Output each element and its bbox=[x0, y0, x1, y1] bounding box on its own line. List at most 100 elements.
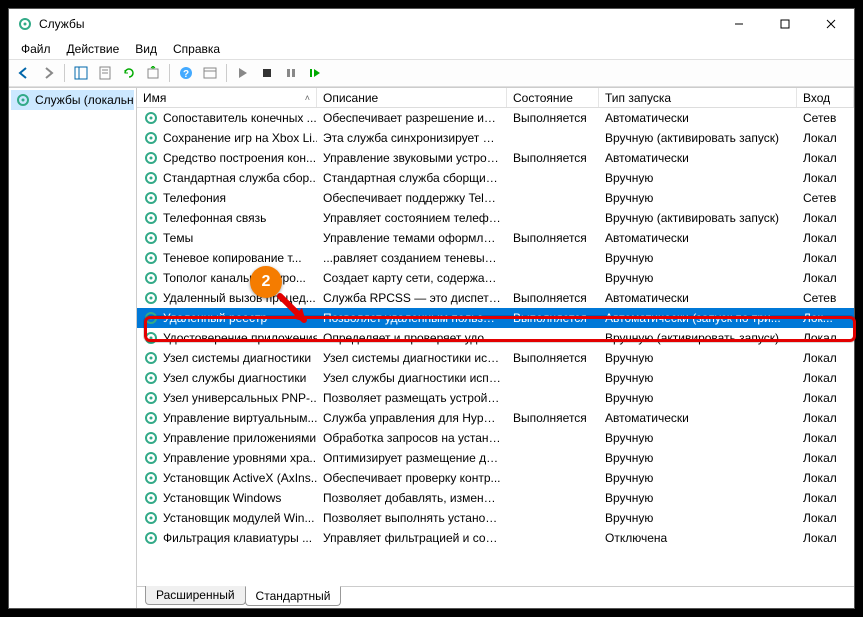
back-button[interactable] bbox=[13, 62, 35, 84]
arrow-right-icon bbox=[41, 66, 55, 80]
cell-desc: Оптимизирует размещение да... bbox=[317, 450, 507, 466]
service-row[interactable]: Установщик ActiveX (AxIns...Обеспечивает… bbox=[137, 468, 854, 488]
cell-name: Сохранение игр на Xbox Li... bbox=[137, 129, 317, 147]
arrow-left-icon bbox=[17, 66, 31, 80]
service-row[interactable]: Узел системы диагностикиУзел системы диа… bbox=[137, 348, 854, 368]
service-row[interactable]: Удостоверение приложенияОпределяет и про… bbox=[137, 328, 854, 348]
service-row[interactable]: ТемыУправление темами оформлен...Выполня… bbox=[137, 228, 854, 248]
cell-desc: Эта служба синхронизирует да... bbox=[317, 130, 507, 146]
service-row[interactable]: Средство построения кон...Управление зву… bbox=[137, 148, 854, 168]
detail-button[interactable] bbox=[199, 62, 221, 84]
service-row[interactable]: Тополог канального уро...Создает карту с… bbox=[137, 268, 854, 288]
service-row[interactable]: Узел службы диагностикиУзел службы диагн… bbox=[137, 368, 854, 388]
cell-state bbox=[507, 477, 599, 479]
forward-button[interactable] bbox=[37, 62, 59, 84]
cell-name: Теневое копирование т... bbox=[137, 249, 317, 267]
menu-action[interactable]: Действие bbox=[59, 40, 128, 58]
cell-logon: Локал bbox=[797, 330, 854, 346]
restart-icon bbox=[309, 67, 321, 79]
cell-state bbox=[507, 257, 599, 259]
restart-service-button[interactable] bbox=[304, 62, 326, 84]
cell-state: Выполняется bbox=[507, 150, 599, 166]
toolbar: ? bbox=[9, 59, 854, 87]
cell-desc: Управление темами оформлен... bbox=[317, 230, 507, 246]
service-row[interactable]: Телефонная связьУправляет состоянием тел… bbox=[137, 208, 854, 228]
cell-desc: Позволяет удаленным пользов... bbox=[317, 310, 507, 326]
gear-icon bbox=[143, 150, 159, 166]
cell-logon: Локал bbox=[797, 490, 854, 506]
tab-standard[interactable]: Стандартный bbox=[245, 586, 342, 606]
gear-icon bbox=[143, 170, 159, 186]
cell-desc: Узел системы диагностики исп... bbox=[317, 350, 507, 366]
cell-start: Вручную (активировать запуск) bbox=[599, 130, 797, 146]
cell-start: Вручную bbox=[599, 490, 797, 506]
cell-desc: Служба RPCSS — это диспетче... bbox=[317, 290, 507, 306]
cell-name: Средство построения кон... bbox=[137, 149, 317, 167]
menu-view[interactable]: Вид bbox=[127, 40, 165, 58]
pause-service-button[interactable] bbox=[280, 62, 302, 84]
tree-sidebar[interactable]: Службы (локальные) bbox=[9, 88, 137, 608]
treeview-button[interactable] bbox=[70, 62, 92, 84]
export-button[interactable] bbox=[142, 62, 164, 84]
cell-state bbox=[507, 377, 599, 379]
col-header-logon[interactable]: Вход bbox=[797, 88, 854, 107]
start-service-button[interactable] bbox=[232, 62, 254, 84]
cell-desc: Управление звуковыми устрой... bbox=[317, 150, 507, 166]
stop-service-button[interactable] bbox=[256, 62, 278, 84]
treeview-icon bbox=[74, 66, 88, 80]
menu-help[interactable]: Справка bbox=[165, 40, 228, 58]
cell-logon: Локал bbox=[797, 350, 854, 366]
tree-node-services-local[interactable]: Службы (локальные) bbox=[11, 90, 134, 110]
gear-icon bbox=[143, 350, 159, 366]
help-icon: ? bbox=[179, 66, 193, 80]
gear-icon bbox=[143, 390, 159, 406]
service-row[interactable]: Теневое копирование т......равляет созда… bbox=[137, 248, 854, 268]
service-row[interactable]: ТелефонияОбеспечивает поддержку Telep...… bbox=[137, 188, 854, 208]
cell-state bbox=[507, 517, 599, 519]
cell-start: Вручную bbox=[599, 170, 797, 186]
service-row[interactable]: Управление уровнями хра...Оптимизирует р… bbox=[137, 448, 854, 468]
minimize-button[interactable] bbox=[716, 9, 762, 39]
cell-start: Вручную bbox=[599, 350, 797, 366]
cell-name: Сопоставитель конечных ... bbox=[137, 109, 317, 127]
col-header-start[interactable]: Тип запуска bbox=[599, 88, 797, 107]
cell-state: Выполняется bbox=[507, 290, 599, 306]
window-title: Службы bbox=[39, 17, 716, 31]
properties-button[interactable] bbox=[94, 62, 116, 84]
cell-logon: Сетев bbox=[797, 110, 854, 126]
col-header-state[interactable]: Состояние bbox=[507, 88, 599, 107]
cell-desc: Позволяет размещать устройст... bbox=[317, 390, 507, 406]
service-row[interactable]: Удаленный вызов процед...Служба RPCSS — … bbox=[137, 288, 854, 308]
col-header-name[interactable]: Имя˄ bbox=[137, 88, 317, 107]
tab-extended[interactable]: Расширенный bbox=[145, 586, 246, 605]
cell-start: Автоматически bbox=[599, 290, 797, 306]
menu-file[interactable]: Файл bbox=[13, 40, 59, 58]
service-row[interactable]: Фильтрация клавиатуры ...Управляет фильт… bbox=[137, 528, 854, 548]
gear-icon bbox=[143, 230, 159, 246]
service-row[interactable]: Сохранение игр на Xbox Li...Эта служба с… bbox=[137, 128, 854, 148]
maximize-button[interactable] bbox=[762, 9, 808, 39]
cell-state bbox=[507, 497, 599, 499]
cell-start: Вручную bbox=[599, 390, 797, 406]
cell-logon: Локал bbox=[797, 210, 854, 226]
col-header-desc[interactable]: Описание bbox=[317, 88, 507, 107]
service-row[interactable]: Стандартная служба сбор...Стандартная сл… bbox=[137, 168, 854, 188]
refresh-button[interactable] bbox=[118, 62, 140, 84]
service-row[interactable]: Управление виртуальным...Служба управлен… bbox=[137, 408, 854, 428]
service-row[interactable]: Узел универсальных PNP-...Позволяет разм… bbox=[137, 388, 854, 408]
service-row[interactable]: Управление приложениямиОбработка запросо… bbox=[137, 428, 854, 448]
service-row[interactable]: Установщик модулей Win...Позволяет выпол… bbox=[137, 508, 854, 528]
close-button[interactable] bbox=[808, 9, 854, 39]
callout-badge: 2 bbox=[250, 266, 282, 298]
services-list[interactable]: Сопоставитель конечных ...Обеспечивает р… bbox=[137, 108, 854, 586]
service-row[interactable]: Сопоставитель конечных ...Обеспечивает р… bbox=[137, 108, 854, 128]
cell-name: Установщик модулей Win... bbox=[137, 509, 317, 527]
gear-icon bbox=[143, 210, 159, 226]
gear-icon bbox=[143, 470, 159, 486]
help-button[interactable]: ? bbox=[175, 62, 197, 84]
cell-desc: Создает карту сети, содержащу... bbox=[317, 270, 507, 286]
cell-start: Автоматически bbox=[599, 410, 797, 426]
service-row[interactable]: Удаленный реестрПозволяет удаленным поль… bbox=[137, 308, 854, 328]
cell-logon: Локал bbox=[797, 450, 854, 466]
service-row[interactable]: Установщик WindowsПозволяет добавлять, и… bbox=[137, 488, 854, 508]
